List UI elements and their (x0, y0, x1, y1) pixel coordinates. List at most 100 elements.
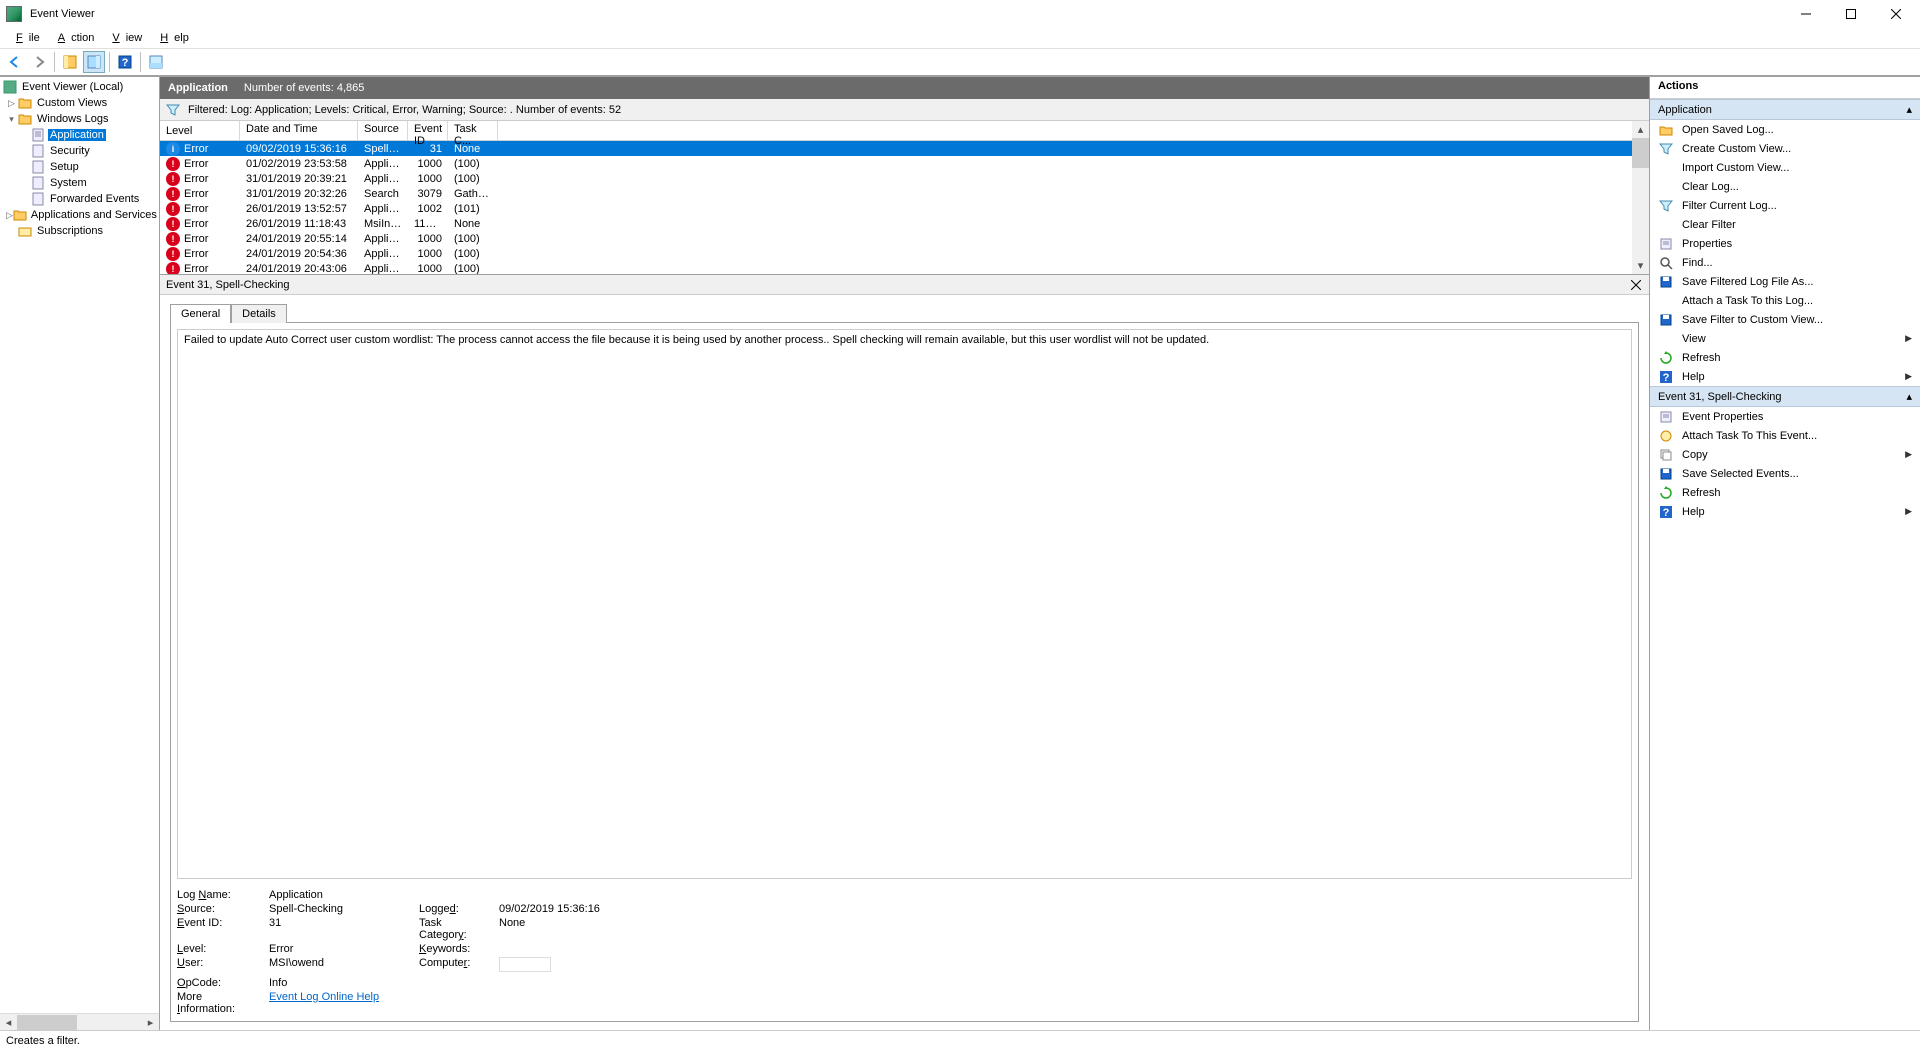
action-item[interactable]: Clear Filter (1650, 215, 1920, 234)
table-row[interactable]: iError09/02/2019 15:36:16Spell-C...31Non… (160, 141, 1632, 156)
column-date[interactable]: Date and Time (240, 121, 358, 140)
table-row[interactable]: !Error24/01/2019 20:55:14Applic...1000(1… (160, 231, 1632, 246)
toolbar-separator (54, 52, 55, 72)
tree-windows-logs[interactable]: ▾ Windows Logs (0, 111, 159, 127)
scroll-left-icon[interactable]: ◂ (0, 1014, 17, 1031)
action-item[interactable]: Save Selected Events... (1650, 464, 1920, 483)
table-row[interactable]: !Error31/01/2019 20:32:26Search3079Gathe… (160, 186, 1632, 201)
scrollbar-thumb[interactable] (17, 1015, 77, 1030)
action-item[interactable]: Refresh (1650, 348, 1920, 367)
menu-view[interactable]: View (100, 30, 148, 46)
scroll-right-icon[interactable]: ▸ (142, 1014, 159, 1031)
menu-bar: File Action View Help (0, 28, 1920, 48)
action-label: View (1682, 333, 1706, 345)
action-item[interactable]: Save Filter to Custom View... (1650, 310, 1920, 329)
prop-label: Computer: (419, 957, 489, 975)
tree-subscriptions[interactable]: Subscriptions (0, 223, 159, 239)
table-row[interactable]: !Error31/01/2019 20:39:21Applic...1000(1… (160, 171, 1632, 186)
action-item[interactable]: Attach Task To This Event... (1650, 426, 1920, 445)
tree-setup[interactable]: Setup (0, 159, 159, 175)
detail-close-button[interactable] (1629, 278, 1643, 292)
tab-details[interactable]: Details (231, 304, 287, 323)
close-button[interactable] (1873, 0, 1918, 28)
column-task[interactable]: Task C... (448, 121, 498, 140)
tree-custom-views[interactable]: ▷ Custom Views (0, 95, 159, 111)
menu-file[interactable]: File (4, 30, 46, 46)
expand-icon[interactable]: ▷ (6, 98, 17, 109)
action-item[interactable]: Save Filtered Log File As... (1650, 272, 1920, 291)
collapse-icon[interactable]: ▾ (6, 114, 17, 125)
column-source[interactable]: Source (358, 121, 408, 140)
tree-apps-services[interactable]: ▷ Applications and Services Lo (0, 207, 159, 223)
tree-system[interactable]: System (0, 175, 159, 191)
cell-eventid: 1002 (408, 203, 448, 215)
column-level[interactable]: Level (160, 121, 240, 140)
subscriptions-icon (17, 223, 33, 239)
submenu-arrow-icon: ▶ (1905, 506, 1912, 517)
cell-date: 01/02/2019 23:53:58 (240, 158, 358, 170)
action-item[interactable]: ?Help▶ (1650, 502, 1920, 521)
scroll-up-icon[interactable]: ▴ (1632, 121, 1649, 138)
action-label: Event Properties (1682, 411, 1763, 423)
cell-task: (100) (448, 248, 498, 260)
event-properties-grid: Log Name: Application Source: Spell-Chec… (177, 889, 1632, 1015)
action-label: Create Custom View... (1682, 143, 1791, 155)
action-item[interactable]: ?Help▶ (1650, 367, 1920, 386)
action-item[interactable]: Copy▶ (1650, 445, 1920, 464)
collapse-icon[interactable]: ▴ (1906, 390, 1912, 403)
prop-label: User: (177, 957, 259, 975)
minimize-button[interactable] (1783, 0, 1828, 28)
action-item[interactable]: Attach a Task To this Log... (1650, 291, 1920, 310)
action-item[interactable]: Clear Log... (1650, 177, 1920, 196)
cell-source: Applic... (358, 158, 408, 170)
actions-section-event[interactable]: Event 31, Spell-Checking ▴ (1650, 386, 1920, 407)
maximize-button[interactable] (1828, 0, 1873, 28)
show-hide-actions-button[interactable] (83, 51, 105, 73)
table-row[interactable]: !Error26/01/2019 13:52:57Applic...1002(1… (160, 201, 1632, 216)
action-item[interactable]: Find... (1650, 253, 1920, 272)
grid-vertical-scrollbar[interactable]: ▴ ▾ (1632, 121, 1649, 274)
log-icon (30, 175, 46, 191)
action-item[interactable]: View▶ (1650, 329, 1920, 348)
tree-forwarded-events[interactable]: Forwarded Events (0, 191, 159, 207)
navigation-tree[interactable]: Event Viewer (Local) ▷ Custom Views ▾ Wi… (0, 77, 159, 1013)
tree-item-label: Subscriptions (35, 225, 105, 237)
actions-section-application[interactable]: Application ▴ (1650, 99, 1920, 120)
title-bar: Event Viewer (0, 0, 1920, 28)
preview-button[interactable] (145, 51, 167, 73)
tree-security[interactable]: Security (0, 143, 159, 159)
menu-action[interactable]: Action (46, 30, 101, 46)
grid-body[interactable]: iError09/02/2019 15:36:16Spell-C...31Non… (160, 141, 1632, 274)
tab-general[interactable]: General (170, 304, 231, 323)
detail-title: Event 31, Spell-Checking (166, 279, 290, 291)
forward-button[interactable] (28, 51, 50, 73)
blank-icon (1658, 160, 1674, 176)
action-item[interactable]: Event Properties (1650, 407, 1920, 426)
online-help-link[interactable]: Event Log Online Help (269, 991, 379, 1003)
props-icon (1658, 409, 1674, 425)
back-button[interactable] (4, 51, 26, 73)
tree-application[interactable]: Application (0, 127, 159, 143)
help-button[interactable]: ? (114, 51, 136, 73)
collapse-icon[interactable]: ▴ (1906, 103, 1912, 116)
tree-horizontal-scrollbar[interactable]: ◂ ▸ (0, 1013, 159, 1030)
tree-root[interactable]: Event Viewer (Local) (0, 79, 159, 95)
cell-level: Error (184, 203, 208, 215)
action-item[interactable]: Filter Current Log... (1650, 196, 1920, 215)
action-item[interactable]: Open Saved Log... (1650, 120, 1920, 139)
events-grid: Level Date and Time Source Event ID Task… (160, 121, 1649, 275)
show-hide-tree-button[interactable] (59, 51, 81, 73)
column-eventid[interactable]: Event ID (408, 121, 448, 140)
menu-help[interactable]: Help (148, 30, 195, 46)
action-item[interactable]: Refresh (1650, 483, 1920, 502)
table-row[interactable]: !Error26/01/2019 11:18:43MsiInst...11730… (160, 216, 1632, 231)
action-item[interactable]: Create Custom View... (1650, 139, 1920, 158)
table-row[interactable]: !Error24/01/2019 20:54:36Applic...1000(1… (160, 246, 1632, 261)
table-row[interactable]: !Error24/01/2019 20:43:06Applic...1000(1… (160, 261, 1632, 274)
action-item[interactable]: Properties (1650, 234, 1920, 253)
table-row[interactable]: !Error01/02/2019 23:53:58Applic...1000(1… (160, 156, 1632, 171)
scrollbar-thumb[interactable] (1632, 138, 1649, 168)
scroll-down-icon[interactable]: ▾ (1632, 257, 1649, 274)
action-item[interactable]: Import Custom View... (1650, 158, 1920, 177)
expand-icon[interactable]: ▷ (6, 210, 13, 221)
